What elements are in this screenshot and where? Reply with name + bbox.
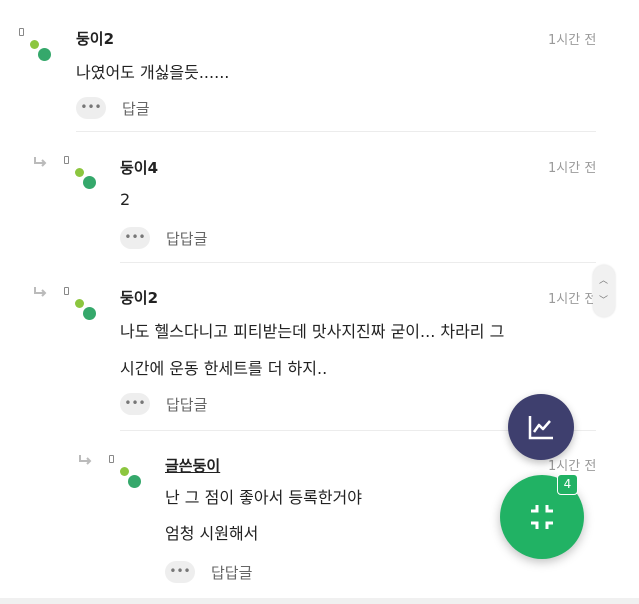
trend-chart-icon xyxy=(528,416,553,440)
comment-text-line: 나도 헬스다니고 피티받는데 맛사지진짜 굳이... 차라리 그 xyxy=(120,322,505,341)
chart-fab-button[interactable] xyxy=(508,394,574,460)
avatar[interactable] xyxy=(64,287,96,331)
divider xyxy=(120,262,596,263)
reply-button[interactable]: 답답글 xyxy=(211,562,252,583)
comment-author[interactable]: 둥이2 xyxy=(76,28,114,49)
more-options-button[interactable]: ••• xyxy=(120,227,150,249)
reply-arrow-icon xyxy=(78,454,92,466)
ellipsis-icon: ••• xyxy=(124,230,146,244)
bottom-divider xyxy=(0,598,639,604)
comment-time: 1시간 전 xyxy=(548,33,597,48)
avatar[interactable] xyxy=(109,455,141,499)
comment-text-line: 시간에 운동 한세트를 더 하지.. xyxy=(120,359,328,378)
ellipsis-icon: ••• xyxy=(169,564,191,578)
more-options-button[interactable]: ••• xyxy=(120,393,150,415)
scrollbar-thumb[interactable]: ︿ ﹀ xyxy=(593,265,615,317)
comment-author[interactable]: 둥이2 xyxy=(120,287,158,308)
comment-time: 1시간 전 xyxy=(548,292,597,307)
more-options-button[interactable]: ••• xyxy=(165,561,195,583)
chevron-down-icon: ﹀ xyxy=(599,296,609,306)
chevron-up-icon: ︿ xyxy=(599,276,609,286)
reply-button[interactable]: 답답글 xyxy=(166,394,207,415)
divider xyxy=(76,131,596,132)
avatar[interactable] xyxy=(64,156,96,200)
reply-arrow-icon xyxy=(33,156,47,168)
comment-author[interactable]: 둥이4 xyxy=(120,157,158,178)
count-badge: 4 xyxy=(557,474,578,495)
comment-text-line: 난 그 점이 좋아서 등록한거야 xyxy=(165,488,362,507)
more-options-button[interactable]: ••• xyxy=(76,97,106,119)
reply-arrow-icon xyxy=(33,286,47,298)
reply-button[interactable]: 답답글 xyxy=(166,228,207,249)
avatar[interactable] xyxy=(19,28,51,72)
comment-text-line: 나였어도 개싫을듯...... xyxy=(76,63,230,82)
ellipsis-icon: ••• xyxy=(124,396,146,410)
comment-author[interactable]: 글쓴둥이 xyxy=(165,455,220,476)
reply-button[interactable]: 답글 xyxy=(122,98,150,119)
comment-text-line: 엄청 시원해서 xyxy=(165,524,259,543)
comment-time: 1시간 전 xyxy=(548,161,597,176)
comment-text-line: 2 xyxy=(120,190,131,209)
ellipsis-icon: ••• xyxy=(80,100,102,114)
